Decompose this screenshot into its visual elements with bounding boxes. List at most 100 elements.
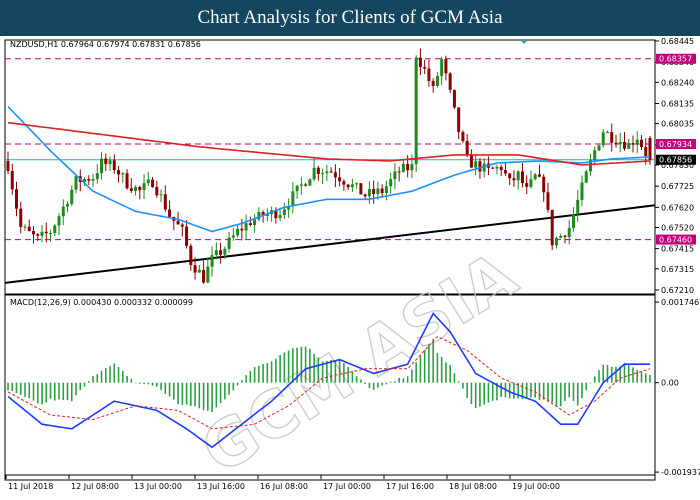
candle-body (576, 199, 580, 215)
macd-histogram-bar (500, 382, 502, 397)
candle-body (512, 178, 516, 181)
macd-histogram-bar (623, 362, 626, 383)
candle-body (465, 141, 469, 156)
macd-histogram-bar (75, 382, 77, 396)
time-axis-label: 11 Jul 2018 (8, 482, 53, 491)
price-axis-label: 0.68135 (661, 100, 694, 109)
macd-histogram-bar (381, 382, 383, 386)
candle-body (53, 225, 57, 234)
candle-body (104, 158, 108, 165)
candle-body (329, 171, 333, 173)
macd-histogram-bar (24, 382, 26, 397)
candle-body (372, 189, 376, 194)
current-price-label: 0.67856 (659, 156, 692, 165)
macd-histogram-bar (100, 370, 103, 383)
macd-histogram-bar (270, 361, 273, 383)
macd-histogram-bar (194, 382, 196, 407)
macd-histogram-bar (360, 379, 362, 383)
macd-histogram-bar (513, 382, 515, 399)
macd-histogram-bar (402, 378, 405, 383)
macd-axis-label: 0.001746 (661, 298, 699, 307)
candle-body (554, 237, 558, 246)
candle-body (282, 209, 286, 215)
macd-histogram-bar (564, 382, 566, 402)
candle-body (19, 208, 23, 227)
candle-body (27, 226, 31, 232)
candle-body (66, 203, 70, 207)
candle-body (601, 132, 605, 146)
candle-body (74, 176, 78, 190)
candle-body (44, 231, 48, 234)
macd-histogram-bar (117, 367, 120, 383)
candle-body (321, 173, 325, 175)
candle-body (448, 73, 452, 90)
macd-histogram-bar (589, 382, 592, 384)
candle-body (503, 170, 507, 174)
macd-histogram-bar (534, 382, 537, 398)
macd-histogram-bar (457, 381, 460, 383)
candle-body (180, 224, 184, 227)
macd-histogram-bar (185, 382, 188, 405)
macd-histogram-bar (41, 382, 43, 405)
time-axis-label: 16 Jul 08:00 (260, 482, 308, 491)
macd-histogram-bar (36, 382, 39, 404)
candle-body (117, 170, 121, 175)
macd-histogram-bar (151, 382, 154, 386)
candle-body (384, 186, 388, 194)
macd-histogram-bar (198, 382, 201, 409)
macd-histogram-bar (202, 382, 205, 411)
macd-histogram-bar (440, 356, 443, 383)
candle-body (525, 183, 529, 187)
candle-body (185, 226, 189, 246)
candle-body (410, 164, 414, 171)
macd-histogram-bar (96, 374, 99, 383)
candle-body (397, 171, 401, 173)
macd-histogram-bar (28, 382, 31, 399)
macd-histogram-bar (300, 346, 303, 383)
macd-histogram-bar (139, 382, 141, 384)
candle-body (610, 132, 614, 143)
macd-histogram-bar (207, 382, 209, 411)
candle-body (478, 161, 482, 172)
candle-body (61, 206, 65, 217)
macd-histogram-bar (304, 346, 307, 383)
macd-histogram-bar (470, 382, 473, 405)
candle-body (418, 57, 422, 67)
macd-histogram-bar (168, 382, 171, 397)
candle-body (550, 209, 554, 246)
candle-body (333, 172, 337, 178)
candle-body (389, 179, 393, 187)
macd-histogram-bar (449, 365, 451, 383)
macd-histogram-bar (649, 374, 651, 383)
candle-body (49, 233, 53, 235)
candle-body (546, 192, 550, 210)
candle-body (125, 173, 129, 189)
candle-body (406, 163, 410, 171)
candle-body (325, 171, 329, 174)
macd-histogram-bar (640, 371, 643, 383)
macd-histogram-bar (258, 365, 260, 383)
candle-body (363, 194, 367, 197)
macd-histogram-bar (7, 382, 9, 391)
candle-body (350, 184, 354, 188)
macd-histogram-bar (432, 338, 434, 383)
macd-histogram-bar (49, 382, 52, 399)
candle-body (316, 167, 320, 174)
macd-histogram-bar (372, 382, 375, 390)
chart-banner-title: Chart Analysis for Clients of GCM Asia (0, 0, 700, 36)
candle-body (584, 171, 588, 183)
macd-histogram-bar (415, 362, 417, 383)
candle-body (240, 228, 244, 231)
macd-axis-label: -0.001937 (661, 468, 700, 477)
candle-body (112, 160, 116, 171)
price-axis-label: 0.67520 (661, 223, 694, 232)
candle-body (155, 187, 159, 196)
macd-histogram-bar (326, 360, 328, 383)
time-axis-label: 12 Jul 08:00 (71, 482, 119, 491)
candle-body (359, 183, 363, 195)
macd-histogram-bar (428, 344, 430, 383)
macd-histogram-bar (219, 382, 222, 403)
macd-histogram-bar (436, 353, 439, 383)
macd-histogram-bar (406, 376, 409, 383)
macd-histogram-bar (538, 382, 541, 401)
